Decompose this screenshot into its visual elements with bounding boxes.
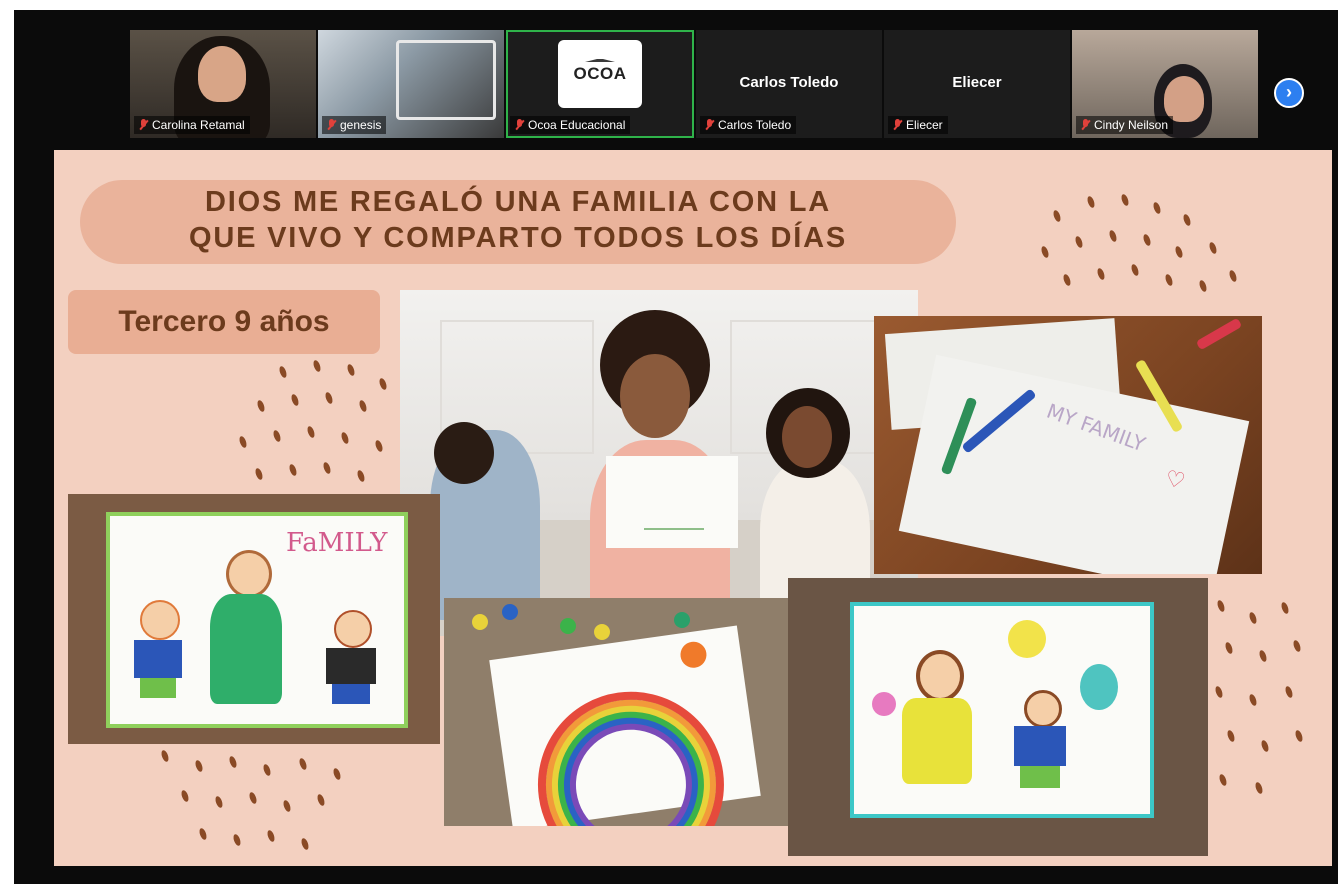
participant-display-name: Carlos Toledo [739,74,839,91]
father-head [434,422,494,484]
crayon-red [1195,317,1243,351]
chevron-right-icon: › [1286,82,1292,102]
decorative-dots-bottom-left [154,749,384,860]
ocoa-logo: OCOA [558,40,642,108]
flower-icon [872,692,896,716]
participant-name-label: Ocoa Educacional [510,116,631,134]
family-drawing-right [850,602,1154,818]
heart-icon: ♡ [1163,465,1188,494]
mother-dress [210,594,282,704]
child-head [1024,690,1062,728]
child-pants [1020,766,1060,788]
next-participants-button[interactable]: › [1274,78,1304,108]
shared-slide: DIOS ME REGALÓ UNA FAMILIA CON LA QUE VI… [54,150,1332,866]
child-head [140,600,180,640]
logo-mark-icon [585,48,615,62]
family-drawing: FaMILY [106,512,408,728]
drawing-photo-right [788,578,1208,856]
participant-display-name: Eliecer [952,74,1002,91]
mother-head [226,550,272,598]
child2-pants [332,684,370,704]
child-shirt [134,640,182,678]
participant-tile-genesis[interactable]: genesis [318,30,504,138]
rainbow-drawing [489,625,761,826]
slide-title-line1: DIOS ME REGALÓ UNA FAMILIA CON LA [205,186,831,218]
participant-name-label: Carolina Retamal [134,116,250,134]
my-family-text: MY FAMILY [1043,398,1149,457]
logo-text: OCOA [573,64,627,83]
participant-name-label: Carlos Toledo [700,116,797,134]
child2-head [334,610,372,648]
child-shirt [1014,726,1066,766]
stick-figures [644,478,704,530]
participant-face [198,46,246,102]
participant-name-label: genesis [322,116,387,134]
participant-name-label: Cindy Neilson [1076,116,1174,134]
balloon-icon [1080,664,1118,710]
mother-dress [902,698,972,784]
mic-muted-icon [139,119,148,131]
slide-title-line2: QUE VIVO Y COMPARTO TODOS LOS DÍAS [189,222,847,254]
mic-muted-icon [705,119,714,131]
drawing-photo-left: FaMILY [68,494,440,744]
child-pants [140,678,176,698]
participant-tile-cindy[interactable]: Cindy Neilson [1072,30,1258,138]
decorative-dots-right [1210,590,1320,810]
participant-tile-carlos[interactable]: Carlos Toledo Carlos Toledo [696,30,882,138]
paint-dot [674,612,690,628]
participant-tile-ocoa[interactable]: OCOA Ocoa Educacional [506,30,694,138]
paint-dot [594,624,610,640]
sun-icon [678,640,709,670]
mic-muted-icon [893,119,902,131]
participant-tile-eliecer[interactable]: Eliecer Eliecer [884,30,1070,138]
decorative-dots-top-right [1034,190,1264,310]
mic-muted-icon [1081,119,1090,131]
girl-face [620,354,690,438]
slide-title-banner: DIOS ME REGALÓ UNA FAMILIA CON LA QUE VI… [80,180,956,264]
family-text: FaMILY [286,528,388,558]
paint-dot [560,618,576,634]
decorative-dots-left [234,359,404,490]
child2-shirt [326,648,376,684]
paint-dot [472,614,488,630]
participant-name-label: Eliecer [888,116,948,134]
mic-muted-icon [327,119,336,131]
sun-icon [1008,620,1046,658]
drawing-photo-top-right: MY FAMILY ♡ [874,316,1262,574]
held-drawing [606,456,738,548]
participant-strip: Carolina Retamal genesis OCOA Ocoa Educa… [130,30,1260,138]
mother-face [782,406,832,468]
participant-video [396,40,496,120]
drawing-photo-rainbow [444,598,790,826]
rainbow [525,679,736,826]
grade-label: Tercero 9 años [68,290,380,354]
mic-muted-icon [515,119,524,131]
paint-dot [502,604,518,620]
mother-head [916,650,964,702]
participant-tile-carolina[interactable]: Carolina Retamal [130,30,316,138]
